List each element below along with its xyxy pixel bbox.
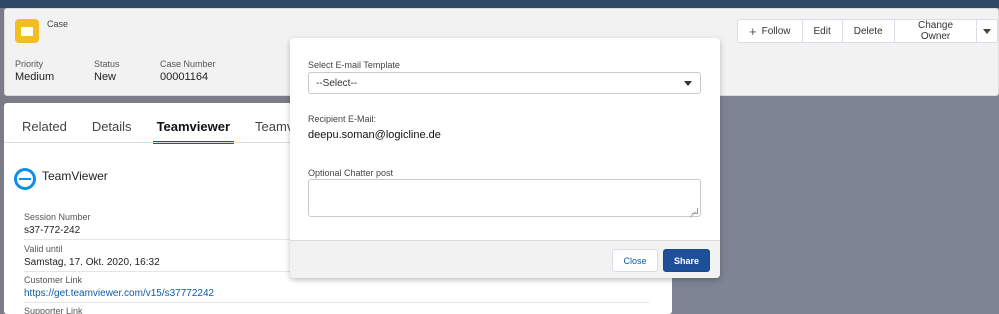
field-label: Supporter Link — [24, 306, 83, 314]
chatter-label: Optional Chatter post — [308, 168, 394, 178]
highlight-value: New — [94, 71, 117, 83]
recipient-email: deepu.soman@logicline.de — [308, 129, 441, 141]
teamviewer-logo-icon — [14, 168, 36, 190]
follow-label: Follow — [761, 25, 791, 37]
delete-button[interactable]: Delete — [841, 19, 895, 43]
object-label: Case — [47, 19, 69, 29]
global-header-band — [0, 0, 999, 8]
email-template-select[interactable]: --Select-- — [308, 72, 701, 94]
plus-icon: + — [749, 23, 757, 39]
tab-teamviewer[interactable]: Teamviewer — [152, 119, 235, 144]
tab-bar: Related Details Teamviewer Teamvi — [22, 119, 296, 144]
close-button[interactable]: Close — [612, 249, 658, 272]
highlight-label: Priority — [15, 59, 44, 69]
case-icon — [15, 19, 39, 43]
share-button[interactable]: Share — [663, 249, 710, 272]
highlight-value: Medium — [15, 71, 55, 83]
background-panel — [672, 96, 999, 314]
change-owner-button[interactable]: Change Owner — [893, 19, 978, 43]
customer-link[interactable]: https://get.teamviewer.com/v15/s37772242 — [24, 288, 649, 302]
chevron-down-icon — [684, 81, 692, 86]
modal-footer: Close Share — [290, 240, 720, 278]
select-value: --Select-- — [316, 78, 358, 89]
share-modal: Select E-mail Template --Select-- Recipi… — [290, 38, 720, 278]
chevron-down-icon — [983, 28, 992, 34]
teamviewer-title: TeamViewer — [42, 169, 108, 183]
chatter-post-textarea[interactable] — [308, 179, 701, 217]
field-supporter-link: Supporter Link — [24, 306, 649, 314]
follow-button[interactable]: + Follow — [737, 19, 803, 43]
highlight-value: 00001164 — [160, 71, 209, 83]
highlight-priority: Priority Medium — [15, 59, 54, 83]
more-actions-button[interactable] — [976, 19, 998, 43]
recipient-label: Recipient E-Mail: — [308, 114, 377, 124]
action-buttons: + Follow Edit Delete Change Owner — [737, 19, 998, 43]
highlight-label: Status — [94, 59, 120, 69]
highlight-status: Status New — [94, 59, 120, 83]
tab-details[interactable]: Details — [92, 119, 132, 140]
resize-handle-icon[interactable] — [692, 208, 698, 214]
highlight-case-number: Case Number 00001164 — [160, 59, 216, 83]
edit-button[interactable]: Edit — [801, 19, 843, 43]
highlight-label: Case Number — [160, 59, 216, 69]
tab-related[interactable]: Related — [22, 119, 67, 140]
template-label: Select E-mail Template — [308, 60, 400, 70]
field-customer-link: Customer Link https://get.teamviewer.com… — [24, 275, 649, 303]
